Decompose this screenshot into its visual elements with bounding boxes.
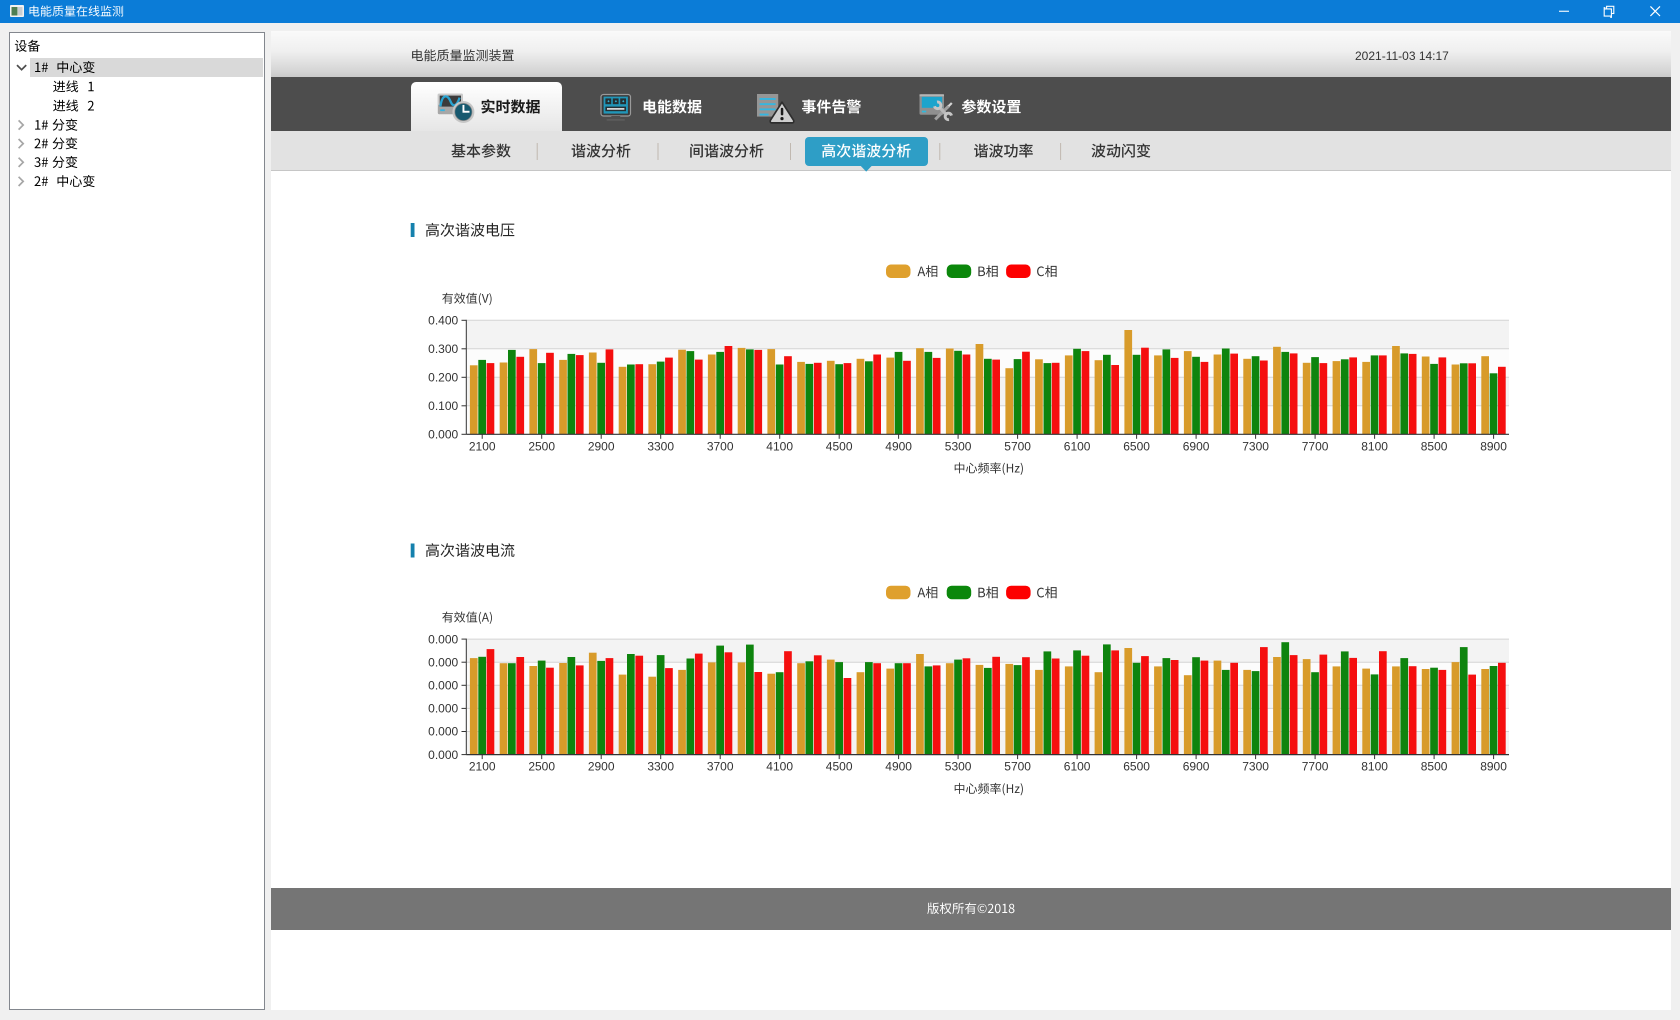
svg-text:7700: 7700: [1302, 439, 1329, 453]
svg-text:6100: 6100: [1064, 760, 1091, 774]
svg-text:2500: 2500: [528, 760, 555, 774]
svg-text:2100: 2100: [469, 439, 496, 453]
svg-text:0.000: 0.000: [428, 702, 458, 716]
svg-text:5300: 5300: [945, 439, 972, 453]
svg-text:4900: 4900: [885, 760, 912, 774]
svg-text:6900: 6900: [1183, 760, 1210, 774]
svg-text:2100: 2100: [469, 760, 496, 774]
svg-text:8100: 8100: [1361, 760, 1388, 774]
svg-text:8900: 8900: [1480, 439, 1507, 453]
svg-text:8500: 8500: [1421, 439, 1448, 453]
svg-text:5300: 5300: [945, 760, 972, 774]
svg-text:3300: 3300: [647, 760, 674, 774]
svg-text:0.400: 0.400: [428, 314, 458, 328]
svg-text:3300: 3300: [647, 439, 674, 453]
svg-text:3700: 3700: [707, 760, 734, 774]
svg-text:4100: 4100: [766, 760, 793, 774]
svg-text:4500: 4500: [826, 439, 853, 453]
svg-text:0.200: 0.200: [428, 371, 458, 385]
svg-text:4100: 4100: [766, 439, 793, 453]
svg-text:6900: 6900: [1183, 439, 1210, 453]
svg-text:6100: 6100: [1064, 439, 1091, 453]
svg-text:0.000: 0.000: [428, 655, 458, 669]
svg-text:8100: 8100: [1361, 439, 1388, 453]
svg-text:8500: 8500: [1421, 760, 1448, 774]
svg-text:0.100: 0.100: [428, 399, 458, 413]
svg-text:0.000: 0.000: [428, 748, 458, 762]
svg-text:2900: 2900: [588, 760, 615, 774]
svg-text:0.000: 0.000: [428, 679, 458, 693]
svg-text:7300: 7300: [1242, 760, 1269, 774]
svg-text:5700: 5700: [1004, 439, 1031, 453]
svg-text:0.300: 0.300: [428, 342, 458, 356]
svg-text:4500: 4500: [826, 760, 853, 774]
svg-text:7700: 7700: [1302, 760, 1329, 774]
svg-text:7300: 7300: [1242, 439, 1269, 453]
svg-text:2900: 2900: [588, 439, 615, 453]
svg-text:3700: 3700: [707, 439, 734, 453]
svg-text:0.000: 0.000: [428, 428, 458, 442]
svg-text:0.000: 0.000: [428, 632, 458, 646]
svg-text:8900: 8900: [1480, 760, 1507, 774]
svg-text:6500: 6500: [1123, 760, 1150, 774]
svg-text:0.000: 0.000: [428, 725, 458, 739]
svg-text:6500: 6500: [1123, 439, 1150, 453]
svg-text:2500: 2500: [528, 439, 555, 453]
svg-text:5700: 5700: [1004, 760, 1031, 774]
svg-text:4900: 4900: [885, 439, 912, 453]
svg-text:2021-11-03 14:17: 2021-11-03 14:17: [1355, 49, 1449, 63]
